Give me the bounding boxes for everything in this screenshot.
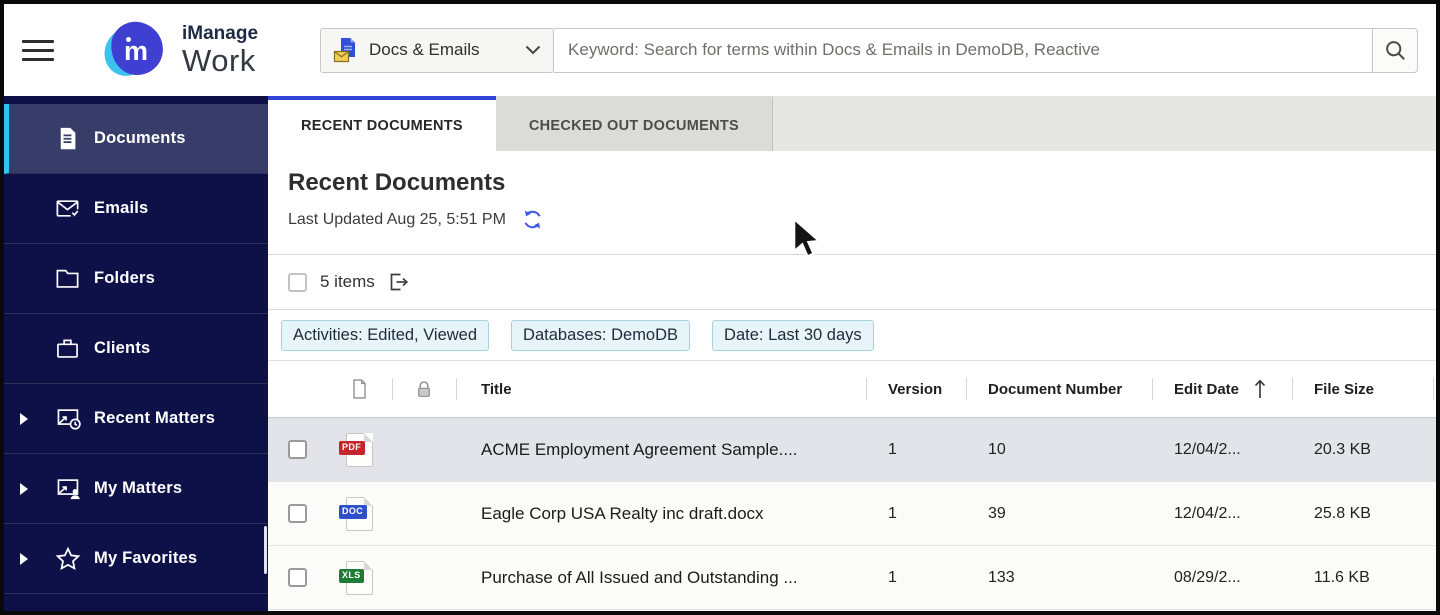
tab-strip: RECENT DOCUMENTS CHECKED OUT DOCUMENTS	[268, 96, 1436, 151]
email-icon	[54, 195, 94, 222]
header-filetype-column	[326, 361, 392, 417]
file-type-badge: PDF	[339, 441, 365, 455]
brand-name: iManage	[182, 24, 258, 43]
document-version: 1	[866, 505, 966, 523]
header-checkbox-column	[268, 361, 326, 417]
table-row[interactable]: DOCEagle Corp USA Realty inc draft.docx1…	[268, 482, 1436, 546]
edit-date: 12/04/2...	[1152, 505, 1292, 523]
sidebar-item-documents[interactable]: Documents	[4, 104, 268, 174]
table-row[interactable]: PDFACME Employment Agreement Sample....1…	[268, 418, 1436, 482]
sidebar-item-clients[interactable]: Clients	[4, 314, 268, 384]
sidebar-item-label: Emails	[94, 199, 148, 218]
header-document-number[interactable]: Document Number	[966, 361, 1152, 417]
app-window: m iManage Work Docs & Emails	[0, 0, 1440, 615]
docs-emails-icon	[333, 36, 359, 64]
xls-file-icon: XLS	[346, 561, 373, 595]
filter-chip[interactable]: Databases: DemoDB	[511, 320, 690, 351]
sidebar-item-recent-matters[interactable]: Recent Matters	[4, 384, 268, 454]
document-title[interactable]: ACME Employment Agreement Sample....	[456, 440, 866, 460]
search-bar: Docs & Emails	[320, 28, 1418, 73]
header-edit-date[interactable]: Edit Date	[1152, 361, 1292, 417]
sidebar-item-label: Documents	[94, 129, 186, 148]
document-type-icon	[326, 378, 392, 400]
refresh-button[interactable]	[521, 208, 544, 231]
product-name: Work	[182, 45, 258, 76]
doc-file-icon: DOC	[346, 497, 373, 531]
document-title[interactable]: Eagle Corp USA Realty inc draft.docx	[456, 504, 866, 524]
document-title[interactable]: Purchase of All Issued and Outstanding .…	[456, 568, 866, 588]
search-input[interactable]	[554, 28, 1373, 73]
folder-icon	[54, 265, 94, 292]
menu-icon[interactable]	[22, 34, 54, 67]
row-checkbox[interactable]	[288, 568, 307, 587]
sidebar-item-my-matters[interactable]: My Matters	[4, 454, 268, 524]
search-scope-dropdown[interactable]: Docs & Emails	[320, 28, 554, 73]
main-content: RECENT DOCUMENTS CHECKED OUT DOCUMENTS R…	[268, 96, 1436, 611]
filter-chip[interactable]: Activities: Edited, Viewed	[281, 320, 489, 351]
page-header: Recent Documents Last Updated Aug 25, 5:…	[268, 151, 1436, 255]
pdf-file-icon: PDF	[346, 433, 373, 467]
file-type-badge: DOC	[339, 505, 367, 519]
star-icon	[54, 545, 94, 573]
search-scope-label: Docs & Emails	[369, 40, 480, 60]
search-button[interactable]	[1372, 28, 1418, 73]
table-body: PDFACME Employment Agreement Sample....1…	[268, 418, 1436, 611]
edit-date: 08/29/2...	[1152, 569, 1292, 587]
table-header: Title Version Document Number Edit Date …	[268, 361, 1436, 418]
document-number: 133	[966, 569, 1152, 587]
filter-chip[interactable]: Date: Last 30 days	[712, 320, 874, 351]
header-version[interactable]: Version	[866, 361, 966, 417]
sidebar-item-my-favorites[interactable]: My Favorites	[4, 524, 268, 594]
row-checkbox[interactable]	[288, 504, 307, 523]
imanage-work-logo: m iManage Work	[104, 20, 258, 80]
document-version: 1	[866, 569, 966, 587]
page-title: Recent Documents	[288, 169, 1436, 197]
sidebar-item-label: My Matters	[94, 479, 182, 498]
header-file-size[interactable]: File Size	[1292, 361, 1436, 417]
file-type-badge: XLS	[339, 569, 365, 583]
sidebar-item-emails[interactable]: Emails	[4, 174, 268, 244]
top-bar: m iManage Work Docs & Emails	[4, 4, 1436, 96]
export-icon	[386, 270, 410, 294]
sidebar-item-label: Folders	[94, 269, 155, 288]
expand-caret-icon[interactable]	[20, 413, 28, 425]
matter-user-icon	[54, 475, 94, 502]
briefcase-icon	[54, 335, 94, 362]
sidebar-item-folders[interactable]: Folders	[4, 244, 268, 314]
table-row[interactable]: XLS Purchase of All Issued and Outstandin…	[268, 546, 1436, 610]
imanage-logo-icon: m	[104, 20, 168, 80]
edit-date: 12/04/2...	[1152, 441, 1292, 459]
chevron-down-icon	[525, 45, 541, 55]
document-number: 10	[966, 441, 1152, 459]
select-all-checkbox[interactable]	[288, 273, 307, 292]
expand-caret-icon[interactable]	[20, 553, 28, 565]
file-size: 11.6 KB	[1292, 569, 1436, 587]
items-count: 5 items	[320, 272, 375, 292]
matter-clock-icon	[54, 405, 94, 432]
header-title[interactable]: Title	[456, 361, 866, 417]
file-size: 25.8 KB	[1292, 505, 1436, 523]
export-button[interactable]	[386, 270, 410, 294]
sidebar-item-label: Recent Matters	[94, 409, 215, 428]
document-version: 1	[866, 441, 966, 459]
search-icon	[1383, 38, 1408, 63]
document-icon	[54, 125, 94, 152]
lock-icon	[392, 379, 456, 400]
tab-checked-out-documents[interactable]: CHECKED OUT DOCUMENTS	[496, 96, 773, 151]
expand-caret-icon[interactable]	[20, 483, 28, 495]
sort-ascending-icon[interactable]	[1253, 379, 1267, 399]
row-checkbox[interactable]	[288, 440, 307, 459]
sidebar-navigation: Documents Emails Folders Clients Recent Matt…	[4, 96, 268, 611]
tab-recent-documents[interactable]: RECENT DOCUMENTS	[268, 96, 496, 151]
file-size: 20.3 KB	[1292, 441, 1436, 459]
refresh-icon	[521, 208, 544, 231]
last-updated-text: Last Updated Aug 25, 5:51 PM	[288, 211, 506, 229]
selection-toolbar: 5 items	[268, 255, 1436, 310]
document-number: 39	[966, 505, 1152, 523]
sidebar-item-label: Clients	[94, 339, 150, 358]
filter-chips: Activities: Edited, Viewed Databases: Dem…	[268, 310, 1436, 361]
sidebar-item-label: My Favorites	[94, 549, 197, 568]
header-lock-column	[392, 361, 456, 417]
